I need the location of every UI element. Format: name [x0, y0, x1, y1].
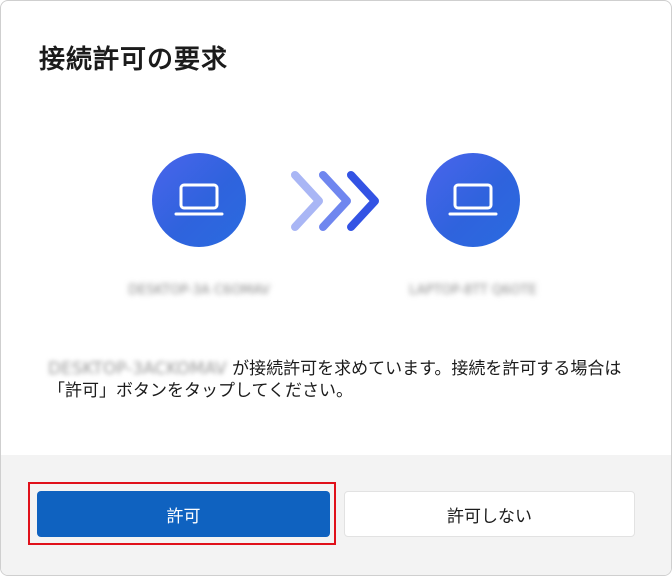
allow-button[interactable]: 許可	[37, 491, 330, 537]
dialog-title: 接続許可の要求	[39, 45, 229, 75]
requester-device-name: DESKTOP-3ACKOMAV	[48, 359, 227, 379]
request-message: DESKTOP-3ACKOMAV が接続許可を求めています。接続を許可する場合は…	[48, 358, 638, 402]
laptop-icon	[448, 183, 498, 216]
target-device-circle	[426, 153, 520, 247]
target-device-name: LAPTOP-8TT Q6OTE	[409, 283, 537, 298]
source-device-name: DESKTOP-3A C6OMAV	[128, 283, 270, 298]
source-device-circle	[152, 153, 246, 247]
chevrons-right-icon	[291, 171, 379, 231]
laptop-icon	[174, 183, 224, 216]
deny-button[interactable]: 許可しない	[344, 491, 635, 537]
connection-request-dialog: 接続許可の要求 DESKTOP-3A C6OMAV LAPTOP-8TT Q6O…	[0, 0, 672, 576]
